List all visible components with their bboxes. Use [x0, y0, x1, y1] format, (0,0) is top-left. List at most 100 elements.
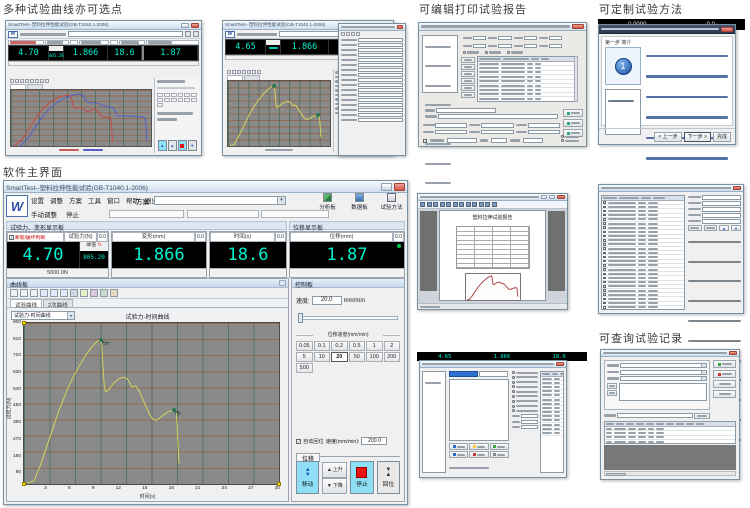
radio[interactable] — [512, 371, 515, 374]
report-items-table[interactable] — [477, 56, 578, 102]
main-chart-plot[interactable]: FmFb — [23, 322, 280, 485]
speed-button[interactable] — [171, 98, 177, 102]
close-button[interactable] — [572, 24, 584, 29]
row-checkbox[interactable] — [603, 226, 606, 229]
row-checkbox[interactable] — [603, 273, 606, 276]
scrollbar-thumb[interactable] — [606, 473, 626, 476]
maximize-button[interactable] — [549, 195, 555, 199]
radio[interactable] — [512, 405, 515, 408]
row-checkbox[interactable] — [603, 247, 606, 250]
close-button[interactable] — [556, 362, 564, 366]
toolbar-icon[interactable] — [420, 202, 425, 207]
refresh-icon[interactable] — [356, 32, 360, 36]
speed-button[interactable] — [171, 93, 177, 97]
method-table[interactable] — [601, 195, 685, 310]
list-item[interactable] — [425, 85, 451, 87]
row-checkbox[interactable] — [603, 302, 606, 305]
field-input[interactable] — [481, 130, 513, 135]
method-item[interactable] — [608, 100, 634, 103]
print-icon[interactable] — [252, 70, 256, 74]
method-button[interactable]: 试验方法 — [378, 193, 405, 211]
titlebar[interactable] — [599, 185, 743, 192]
field-input[interactable] — [521, 425, 538, 429]
hand-icon[interactable] — [20, 79, 24, 83]
speed-input[interactable]: 20.0 — [312, 296, 342, 305]
delete-button[interactable] — [490, 443, 509, 450]
titlebar[interactable] — [339, 24, 405, 31]
export-button[interactable] — [713, 380, 736, 388]
row-checkbox[interactable] — [603, 281, 606, 284]
field-input[interactable] — [498, 44, 511, 49]
field-value[interactable] — [358, 83, 403, 87]
field-input[interactable] — [528, 130, 560, 135]
titlebar[interactable]: SmartTest--塑料拉伸性能试验(GB-T1040.1-2006) — [6, 21, 201, 30]
move-up-button[interactable]: ▲ — [719, 225, 729, 231]
row-checkbox[interactable] — [603, 214, 606, 217]
row-checkbox[interactable] — [603, 252, 606, 255]
speed-button[interactable] — [191, 93, 197, 97]
radio[interactable] — [507, 51, 510, 54]
table-row[interactable] — [478, 97, 577, 101]
field-input[interactable] — [702, 201, 741, 206]
clear-button[interactable] — [713, 370, 736, 378]
titlebar[interactable] — [599, 25, 735, 34]
save-icon[interactable] — [341, 32, 345, 36]
down-button[interactable]: ▼下降 — [322, 478, 347, 494]
slider-track[interactable] — [298, 316, 398, 320]
titlebar[interactable] — [420, 361, 566, 368]
field-value[interactable] — [358, 113, 403, 117]
back-button[interactable]: < 上一步 — [654, 132, 681, 142]
row-checkbox[interactable] — [603, 210, 606, 213]
move-button[interactable] — [461, 64, 475, 70]
toolbar-icon[interactable] — [185, 31, 191, 37]
field-value[interactable] — [358, 43, 403, 47]
auto-speed-input[interactable]: 200.0 — [361, 437, 387, 445]
pointer-icon[interactable] — [10, 289, 18, 297]
condition-listbox[interactable] — [619, 383, 707, 401]
radio[interactable] — [512, 381, 515, 384]
speed-button[interactable] — [178, 93, 184, 97]
row-checkbox[interactable] — [603, 222, 606, 225]
break-checkbox[interactable] — [8, 40, 44, 45]
home-button[interactable]: ▼ — [188, 140, 197, 151]
speed-buttons[interactable]: 0.050.10.20.5125102050100200500 — [296, 341, 400, 373]
speed-button[interactable] — [157, 103, 163, 107]
new-button[interactable] — [449, 443, 468, 450]
horizontal-scrollbar[interactable] — [604, 471, 736, 476]
table-scrollbar[interactable] — [574, 56, 578, 102]
toolbar-icon[interactable] — [472, 202, 477, 207]
close-button[interactable] — [557, 195, 565, 199]
close-button[interactable] — [721, 27, 733, 32]
row-checkbox[interactable] — [603, 264, 606, 267]
field-input[interactable] — [435, 130, 467, 135]
titlebar[interactable] — [418, 194, 567, 201]
break-checkbox[interactable]: ✓断裂/破坏判断 — [7, 232, 64, 242]
move-button[interactable] — [461, 57, 475, 63]
list-item[interactable] — [425, 65, 451, 67]
row-checkbox[interactable] — [603, 293, 606, 296]
field-input[interactable] — [498, 36, 511, 41]
toolbar-icon[interactable] — [492, 202, 497, 207]
list-item[interactable] — [425, 46, 451, 48]
row-checkbox[interactable] — [603, 201, 606, 204]
field-value[interactable] — [358, 88, 403, 92]
parameter-table[interactable] — [540, 371, 564, 473]
minimize-button[interactable] — [541, 195, 547, 199]
field-input[interactable] — [524, 44, 537, 49]
toolbar-icon[interactable] — [466, 202, 471, 207]
row-checkbox[interactable] — [603, 206, 606, 209]
toolbar-icon[interactable] — [440, 202, 445, 207]
radio[interactable] — [512, 400, 515, 403]
delete-button[interactable] — [704, 225, 718, 231]
field-value[interactable] — [358, 118, 403, 122]
zoom-in-icon[interactable] — [242, 70, 246, 74]
radio[interactable] — [512, 390, 515, 393]
import-button[interactable] — [490, 451, 509, 458]
peak-reset-icon[interactable]: ↻ — [97, 243, 101, 248]
field-value[interactable] — [358, 108, 403, 112]
query-dropdown[interactable] — [620, 376, 707, 381]
speed-button[interactable] — [164, 98, 170, 102]
peak-box[interactable]: 805.20 — [49, 46, 64, 60]
toolbar-icon[interactable] — [459, 202, 464, 207]
field-input[interactable] — [481, 123, 513, 128]
